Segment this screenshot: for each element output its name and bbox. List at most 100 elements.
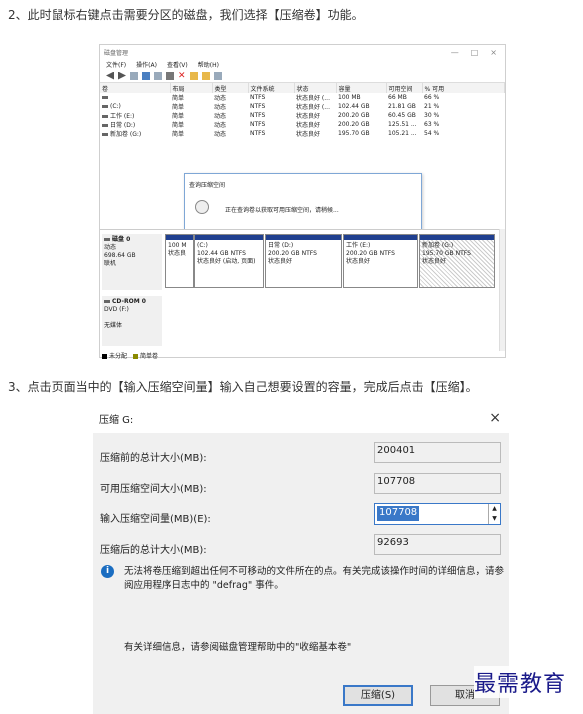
properties-icon[interactable] <box>154 71 162 80</box>
table-cell: 30 % <box>424 112 440 119</box>
table-cell: 200.20 GB <box>338 121 370 128</box>
partition-size: 195.70 GB NTFS <box>422 250 471 257</box>
table-cell: 状态良好 <box>296 131 321 138</box>
watermark-logo: 最需教育 <box>474 666 567 698</box>
folder-icon[interactable] <box>202 71 210 80</box>
col-free[interactable]: 可用空间 <box>386 83 423 93</box>
table-row[interactable]: (C:) 简单 动态 NTFS 状态良好 (... 102.44 GB 21.81 GB 21… <box>100 102 505 111</box>
shrink-dialog-title: 压缩 G: <box>99 414 134 426</box>
volume-icon <box>102 124 108 127</box>
check-icon[interactable] <box>190 71 198 80</box>
col-status[interactable]: 状态 <box>294 83 337 93</box>
legend-simple-label: 简单卷 <box>140 353 159 360</box>
partition-label: 100 M <box>168 242 187 249</box>
table-cell: 66 % <box>424 94 440 101</box>
legend-unallocated-label: 未分配 <box>109 353 128 360</box>
table-cell: 动态 <box>214 104 227 111</box>
table-cell: 105.21 ... <box>388 130 417 137</box>
volume-icon <box>102 133 108 136</box>
size-after-value: 92693 <box>374 534 501 555</box>
table-row[interactable]: 工作 (E:) 简单 动态 NTFS 状态良好 200.20 GB 60.45 GB 30 % <box>100 111 505 120</box>
table-cell: 状态良好 <box>296 113 321 120</box>
step-2-text: 2、此时鼠标右键点击需要分区的磁盘，我们选择【压缩卷】功能。 <box>8 8 364 22</box>
table-cell: 63 % <box>424 121 440 128</box>
cdrom-row: CD-ROM 0 DVD (F:) 无媒体 <box>100 296 500 346</box>
spin-up-icon[interactable]: ▲ <box>489 504 500 514</box>
partition-label: 新加卷 (G:) <box>422 242 454 249</box>
partition-label: 工作 (E:) <box>346 242 371 249</box>
table-row[interactable]: 新加卷 (G:) 简单 动态 NTFS 状态良好 195.70 GB 105.21 ... 5… <box>100 129 505 138</box>
forward-icon[interactable] <box>118 71 126 80</box>
minimize-button[interactable]: — <box>451 48 459 57</box>
table-cell: 状态良好 (... <box>296 95 330 102</box>
menu-view[interactable]: 查看(V) <box>167 60 188 69</box>
graphic-scrollbar[interactable] <box>499 229 505 351</box>
col-capacity[interactable]: 容量 <box>336 83 387 93</box>
maximize-button[interactable]: □ <box>471 48 479 57</box>
partition-d[interactable]: 日常 (D:) 200.20 GB NTFS 状态良好 <box>265 234 342 288</box>
menu-help[interactable]: 帮助(H) <box>198 60 219 69</box>
disk0-label[interactable]: 磁盘 0 动态 698.64 GB 联机 <box>102 234 162 290</box>
clock-icon <box>195 200 209 214</box>
partition-status: 状态良好 <box>346 258 371 265</box>
col-layout[interactable]: 布局 <box>170 83 213 93</box>
disk-mgmt-title: 磁盘管理 <box>104 49 129 57</box>
list-icon[interactable] <box>130 71 138 80</box>
table-cell-volume: 日常 (D:) <box>100 120 170 129</box>
table-cell-volume: 工作 (E:) <box>100 111 170 120</box>
spinner-arrows[interactable]: ▲ ▼ <box>488 504 500 524</box>
partition-c[interactable]: (C:) 102.44 GB NTFS 状态良好 (启动, 页面) <box>194 234 264 288</box>
table-cell: 66 MB <box>388 94 407 101</box>
step-3-text: 3、点击页面当中的【输入压缩空间量】输入自己想要设置的容量，完成后点击【压缩】。 <box>8 380 478 394</box>
cdrom-label[interactable]: CD-ROM 0 DVD (F:) 无媒体 <box>102 296 162 346</box>
menu-file[interactable]: 文件(F) <box>106 60 126 69</box>
table-cell: NTFS <box>250 112 266 119</box>
partition-g[interactable]: 新加卷 (G:) 195.70 GB NTFS 状态良好 <box>419 234 495 288</box>
volume-icon <box>102 105 108 108</box>
refresh-icon[interactable] <box>214 71 222 80</box>
connect-icon[interactable] <box>166 71 174 80</box>
partition-label: 日常 (D:) <box>268 242 294 249</box>
disk0-name: 磁盘 0 <box>112 236 131 243</box>
partition-status: 状态良 <box>168 250 187 257</box>
cdrom-drive: DVD (F:) <box>104 306 129 313</box>
close-button[interactable]: × <box>490 48 497 57</box>
disk0-size: 698.64 GB <box>104 252 136 259</box>
table-cell: NTFS <box>250 130 266 137</box>
col-percent-free[interactable]: % 可用 <box>422 83 505 93</box>
back-icon[interactable] <box>106 71 114 80</box>
table-cell: 简单 <box>172 104 185 111</box>
col-filesystem[interactable]: 文件系统 <box>248 83 295 93</box>
shrink-button[interactable]: 压缩(S) <box>343 685 413 706</box>
table-cell: 54 % <box>424 130 440 137</box>
table-cell: 195.70 GB <box>338 130 370 137</box>
help-icon[interactable] <box>142 71 150 80</box>
table-row[interactable]: 日常 (D:) 简单 动态 NTFS 状态良好 200.20 GB 125.51 ... 63… <box>100 120 505 129</box>
partition-size: 200.20 GB NTFS <box>268 250 317 257</box>
shrink-amount-value[interactable]: 107708 <box>377 506 420 521</box>
legend-simple: 简单卷 <box>133 351 158 360</box>
table-cell: 60.45 GB <box>388 112 416 119</box>
partition-e[interactable]: 工作 (E:) 200.20 GB NTFS 状态良好 <box>343 234 418 288</box>
menu-action[interactable]: 操作(A) <box>136 60 157 69</box>
toolbar: ✕ <box>100 69 505 83</box>
col-type[interactable]: 类型 <box>212 83 249 93</box>
shrink-amount-input[interactable]: 107708 ▲ ▼ <box>374 503 501 525</box>
table-cell: 动态 <box>214 122 227 129</box>
close-icon[interactable]: × <box>489 410 501 426</box>
volume-icon <box>102 96 108 99</box>
table-cell: 简单 <box>172 131 185 138</box>
table-cell-volume: (C:) <box>100 102 170 111</box>
disk-icon <box>104 238 110 241</box>
disk0-row: 磁盘 0 动态 698.64 GB 联机 100 M 状态良 (C:) 102.44… <box>100 234 500 290</box>
spin-down-icon[interactable]: ▼ <box>489 514 500 524</box>
partition-size: 102.44 GB NTFS <box>197 250 246 257</box>
table-row[interactable]: 简单 动态 NTFS 状态良好 (... 100 MB 66 MB 66 % <box>100 93 505 102</box>
table-cell: 动态 <box>214 131 227 138</box>
table-cell: 状态良好 (... <box>296 104 330 111</box>
col-volume[interactable]: 卷 <box>100 83 171 93</box>
partition-system[interactable]: 100 M 状态良 <box>165 234 194 288</box>
delete-icon[interactable]: ✕ <box>178 71 186 80</box>
partition-status: 状态良好 (启动, 页面) <box>197 258 256 265</box>
partition-label: (C:) <box>197 242 208 249</box>
